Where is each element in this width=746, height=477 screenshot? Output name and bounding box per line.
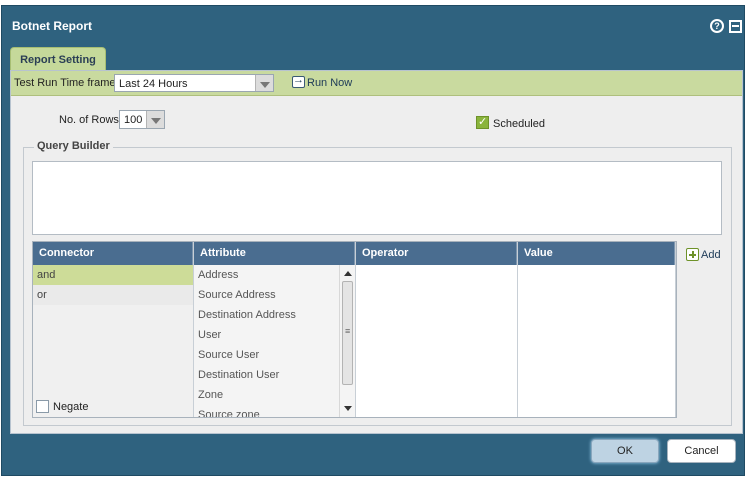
dialog-title: Botnet Report bbox=[12, 19, 92, 33]
operator-column: Operator bbox=[356, 242, 518, 417]
time-frame-select[interactable]: Last 24 Hours bbox=[114, 74, 274, 92]
attribute-item[interactable]: Source Address bbox=[194, 285, 339, 305]
scheduled-label: Scheduled bbox=[493, 118, 545, 130]
column-header-value: Value bbox=[518, 242, 675, 265]
value-column: Value bbox=[518, 242, 676, 417]
negate-label: Negate bbox=[53, 401, 89, 413]
time-frame-label: Test Run Time frame: bbox=[14, 77, 119, 89]
run-now-label: Run Now bbox=[307, 77, 353, 89]
run-arrow-icon bbox=[292, 74, 305, 88]
plus-icon bbox=[686, 248, 699, 261]
ok-button[interactable]: OK bbox=[591, 439, 659, 463]
attribute-column: Attribute Address Source Address Destina… bbox=[194, 242, 356, 417]
rows-select[interactable]: 100 bbox=[119, 110, 165, 129]
query-text-area[interactable] bbox=[32, 161, 722, 235]
help-icon[interactable]: ? bbox=[710, 19, 724, 33]
attribute-item[interactable]: Zone bbox=[194, 385, 339, 405]
chevron-down-icon[interactable] bbox=[255, 75, 273, 91]
attribute-item[interactable]: Source zone bbox=[194, 405, 339, 417]
connector-column: Connector and or Negate bbox=[33, 242, 194, 417]
attribute-item[interactable]: User bbox=[194, 325, 339, 345]
connector-item-or[interactable]: or bbox=[33, 285, 193, 305]
botnet-report-dialog: Botnet Report ? Report Setting Test Run … bbox=[1, 5, 745, 476]
attribute-item[interactable]: Destination User bbox=[194, 365, 339, 385]
attribute-item[interactable]: Address bbox=[194, 265, 339, 285]
query-builder-legend: Query Builder bbox=[34, 140, 113, 152]
tab-label: Report Setting bbox=[20, 54, 96, 66]
checkbox-unchecked-icon[interactable] bbox=[36, 400, 49, 413]
attribute-item[interactable]: Destination Address bbox=[194, 305, 339, 325]
report-setting-panel: Test Run Time frame: Last 24 Hours Run N… bbox=[10, 70, 743, 434]
time-frame-bar: Test Run Time frame: Last 24 Hours Run N… bbox=[11, 71, 742, 96]
column-header-connector: Connector bbox=[33, 242, 193, 265]
rows-value: 100 bbox=[124, 114, 143, 126]
cancel-button[interactable]: Cancel bbox=[667, 439, 736, 463]
rows-label: No. of Rows bbox=[59, 114, 119, 126]
chevron-down-icon[interactable] bbox=[146, 111, 164, 128]
query-builder-fieldset: Query Builder Connector and or Negate At… bbox=[23, 140, 732, 426]
attribute-list: Address Source Address Destination Addre… bbox=[194, 265, 339, 417]
scroll-thumb[interactable] bbox=[342, 281, 353, 385]
column-header-operator: Operator bbox=[356, 242, 517, 265]
time-frame-value: Last 24 Hours bbox=[119, 78, 188, 90]
scroll-up-icon[interactable] bbox=[344, 271, 352, 276]
attribute-scrollbar[interactable] bbox=[339, 265, 355, 417]
add-label: Add bbox=[701, 249, 721, 261]
checkbox-checked-icon[interactable] bbox=[476, 115, 489, 129]
attribute-item[interactable]: Source User bbox=[194, 345, 339, 365]
column-header-attribute: Attribute bbox=[194, 242, 355, 265]
dialog-titlebar: Botnet Report ? bbox=[2, 6, 744, 46]
connector-item-and[interactable]: and bbox=[33, 265, 193, 285]
scroll-down-icon[interactable] bbox=[344, 406, 352, 411]
query-builder-grid: Connector and or Negate Attribute Addres… bbox=[32, 241, 677, 418]
minimize-icon[interactable] bbox=[729, 20, 742, 33]
